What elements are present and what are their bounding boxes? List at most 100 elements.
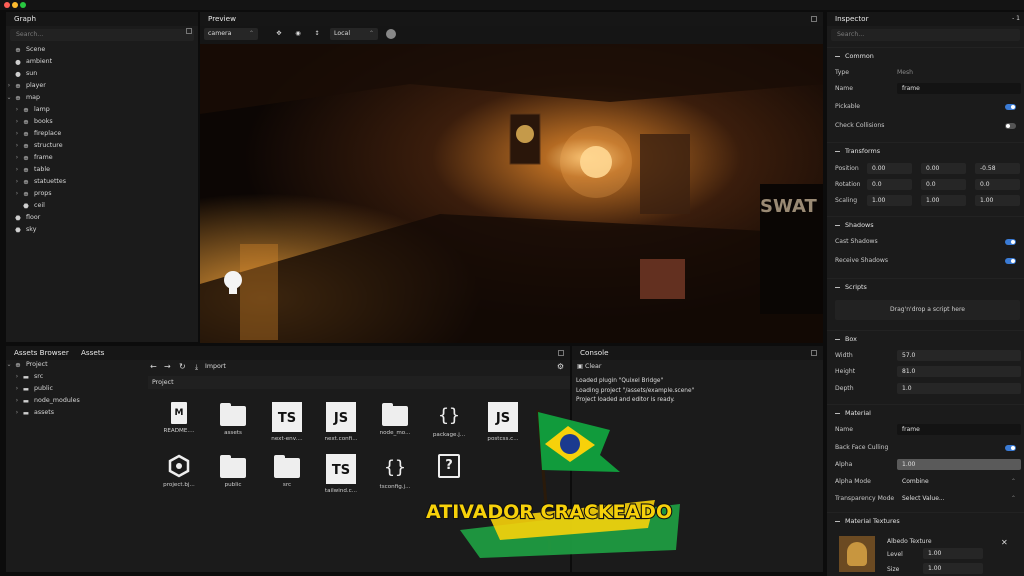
position-x-input[interactable]: 0.00 bbox=[867, 163, 912, 174]
rotation-x-input[interactable]: 0.0 bbox=[867, 179, 912, 190]
chevron-down-icon[interactable]: ⌄ bbox=[6, 359, 12, 371]
albedo-texture-thumbnail[interactable] bbox=[839, 536, 875, 572]
common-section-header[interactable]: Common bbox=[827, 47, 1024, 64]
import-icon[interactable]: ⤓ bbox=[195, 363, 198, 372]
breadcrumb-project[interactable]: Project bbox=[152, 379, 174, 386]
graph-item-Scene[interactable]: ⊕ Scene bbox=[6, 44, 198, 56]
chevron-right-icon[interactable]: › bbox=[14, 116, 20, 128]
graph-item-frame[interactable]: › ⊕ frame bbox=[6, 152, 198, 164]
textures-section-header[interactable]: Material Textures bbox=[827, 512, 1024, 529]
graph-item-sky[interactable]: ⬣ sky bbox=[6, 224, 198, 236]
asset-folder-Project[interactable]: ⌄ ⊕ Project bbox=[6, 359, 146, 371]
width-input[interactable]: 57.0 bbox=[897, 350, 1021, 361]
asset-folder-public[interactable]: › ▬ public bbox=[6, 383, 146, 395]
material-name-input[interactable]: frame bbox=[897, 424, 1021, 435]
asset-item[interactable]: public bbox=[210, 454, 256, 488]
globe-icon[interactable] bbox=[386, 29, 396, 39]
rotation-y-input[interactable]: 0.0 bbox=[921, 179, 966, 190]
chevron-right-icon[interactable]: › bbox=[14, 128, 20, 140]
level-input[interactable]: 1.00 bbox=[923, 548, 983, 559]
graph-item-sun[interactable]: ● sun bbox=[6, 68, 198, 80]
position-y-input[interactable]: 0.00 bbox=[921, 163, 966, 174]
inspector-menu[interactable]: - 1 bbox=[1012, 15, 1020, 22]
asset-item[interactable]: M README.... bbox=[156, 402, 202, 434]
tab-assets-browser[interactable]: Assets Browser bbox=[14, 348, 69, 357]
material-section-header[interactable]: Material bbox=[827, 404, 1024, 421]
graph-item-statuettes[interactable]: › ⊕ statuettes bbox=[6, 176, 198, 188]
chevron-right-icon[interactable]: › bbox=[14, 383, 20, 395]
chevron-right-icon[interactable]: › bbox=[14, 104, 20, 116]
graph-item-books[interactable]: › ⊕ books bbox=[6, 116, 198, 128]
filter-icon[interactable]: ⚙ bbox=[557, 362, 564, 371]
scripts-section-header[interactable]: Scripts bbox=[827, 278, 1024, 295]
chevron-right-icon[interactable]: › bbox=[14, 140, 20, 152]
remove-texture-icon[interactable]: ✕ bbox=[1001, 538, 1008, 547]
asset-item[interactable]: src bbox=[264, 454, 310, 488]
graph-item-ambient[interactable]: ● ambient bbox=[6, 56, 198, 68]
maximize-icon[interactable] bbox=[811, 350, 817, 356]
close-window-button[interactable] bbox=[4, 2, 10, 8]
asset-item[interactable]: project.bj... bbox=[156, 454, 202, 488]
back-arrow-icon[interactable]: ← bbox=[150, 362, 157, 371]
asset-folder-src[interactable]: › ▬ src bbox=[6, 371, 146, 383]
asset-item[interactable]: JS next.confi... bbox=[318, 402, 364, 442]
scaling-x-input[interactable]: 1.00 bbox=[867, 195, 912, 206]
rotate-tool-icon[interactable]: ◉ bbox=[293, 28, 303, 40]
maximize-icon[interactable] bbox=[811, 16, 817, 22]
chevron-right-icon[interactable]: › bbox=[14, 164, 20, 176]
scaling-z-input[interactable]: 1.00 bbox=[975, 195, 1020, 206]
chevron-right-icon[interactable]: › bbox=[14, 371, 20, 383]
camera-select[interactable]: camera ⌃ bbox=[204, 28, 258, 40]
position-z-input[interactable]: -0.58 bbox=[975, 163, 1020, 174]
transforms-section-header[interactable]: Transforms bbox=[827, 142, 1024, 159]
maximize-icon[interactable] bbox=[558, 350, 564, 356]
scale-tool-icon[interactable]: ↕ bbox=[312, 28, 322, 40]
name-input[interactable]: frame bbox=[897, 83, 1021, 94]
graph-item-lamp[interactable]: › ⊕ lamp bbox=[6, 104, 198, 116]
transparency-select[interactable]: Select Value... bbox=[897, 493, 1021, 504]
asset-item[interactable]: TS tailwind.c... bbox=[318, 454, 364, 494]
box-section-header[interactable]: Box bbox=[827, 330, 1024, 347]
graph-item-ceil[interactable]: ⬣ ceil bbox=[6, 200, 198, 212]
inspector-search-input[interactable]: Search... bbox=[831, 29, 1020, 41]
asset-item[interactable]: assets bbox=[210, 402, 256, 436]
asset-item[interactable]: {} tsconfig.j... bbox=[372, 454, 418, 490]
height-input[interactable]: 81.0 bbox=[897, 366, 1021, 377]
chevron-right-icon[interactable]: › bbox=[14, 152, 20, 164]
import-button[interactable]: Import bbox=[205, 363, 226, 370]
asset-folder-assets[interactable]: › ▬ assets bbox=[6, 407, 146, 419]
chevron-right-icon[interactable]: › bbox=[14, 176, 20, 188]
alpha-slider[interactable]: 1.00 bbox=[897, 459, 1021, 470]
rotation-z-input[interactable]: 0.0 bbox=[975, 179, 1020, 190]
clear-button[interactable]: ▣ Clear bbox=[577, 361, 601, 373]
asset-folder-node_modules[interactable]: › ▬ node_modules bbox=[6, 395, 146, 407]
scaling-y-input[interactable]: 1.00 bbox=[921, 195, 966, 206]
backface-toggle[interactable] bbox=[1005, 445, 1016, 451]
forward-arrow-icon[interactable]: → bbox=[164, 362, 171, 371]
script-dropzone[interactable]: Drag'n'drop a script here bbox=[835, 300, 1020, 320]
graph-item-map[interactable]: ⌄ ⊕ map bbox=[6, 92, 198, 104]
maximize-icon[interactable] bbox=[186, 28, 192, 34]
graph-item-floor[interactable]: ⬣ floor bbox=[6, 212, 198, 224]
maximize-window-button[interactable] bbox=[20, 2, 26, 8]
tab-assets[interactable]: Assets bbox=[81, 346, 104, 360]
chevron-right-icon[interactable]: › bbox=[14, 407, 20, 419]
depth-input[interactable]: 1.0 bbox=[897, 383, 1021, 394]
graph-item-props[interactable]: › ⊕ props bbox=[6, 188, 198, 200]
graph-item-table[interactable]: › ⊕ table bbox=[6, 164, 198, 176]
chevron-right-icon[interactable]: › bbox=[6, 80, 12, 92]
size-input[interactable]: 1.00 bbox=[923, 563, 983, 574]
minimize-window-button[interactable] bbox=[12, 2, 18, 8]
move-tool-icon[interactable]: ✥ bbox=[274, 28, 284, 40]
chevron-down-icon[interactable]: ⌄ bbox=[6, 92, 12, 104]
pickable-toggle[interactable] bbox=[1005, 104, 1016, 110]
shadows-section-header[interactable]: Shadows bbox=[827, 216, 1024, 233]
chevron-right-icon[interactable]: › bbox=[14, 188, 20, 200]
graph-item-fireplace[interactable]: › ⊕ fireplace bbox=[6, 128, 198, 140]
space-select[interactable]: Local ⌃ bbox=[330, 28, 378, 40]
viewport-canvas[interactable]: SWAT bbox=[200, 44, 823, 343]
graph-search-input[interactable]: Search... bbox=[10, 29, 194, 41]
cast-shadows-toggle[interactable] bbox=[1005, 239, 1016, 245]
receive-shadows-toggle[interactable] bbox=[1005, 258, 1016, 264]
graph-item-structure[interactable]: › ⊕ structure bbox=[6, 140, 198, 152]
